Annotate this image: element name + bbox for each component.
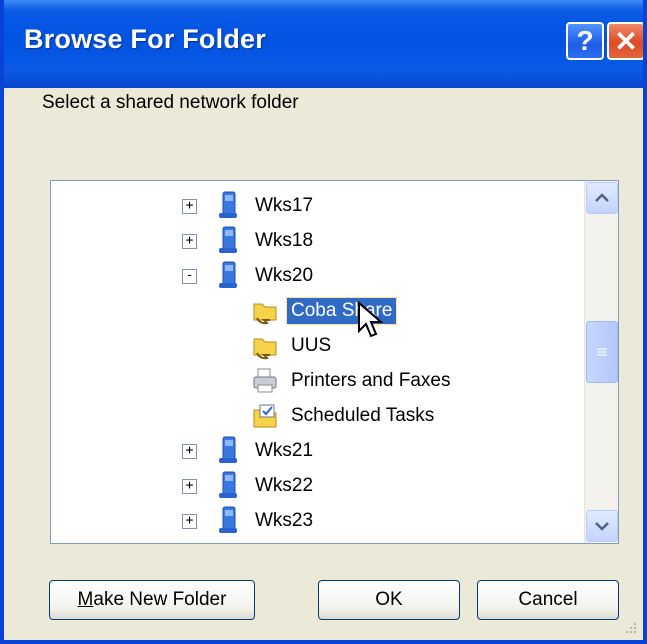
ok-button[interactable]: OK	[318, 580, 460, 620]
make-new-folder-button[interactable]: Make New Folder	[49, 580, 255, 620]
tree-scrollbar[interactable]	[584, 181, 618, 543]
dialog-title: Browse For Folder	[24, 24, 266, 54]
shared-folder-icon	[253, 338, 277, 360]
instruction-text: Select a shared network folder	[42, 92, 299, 113]
printer-icon	[253, 368, 277, 393]
expand-button[interactable]: +	[182, 514, 197, 529]
computer-icon	[219, 191, 237, 218]
expand-button[interactable]: +	[182, 199, 197, 214]
tree-item-label: Wks21	[255, 440, 314, 461]
tree-item-label: Scheduled Tasks	[291, 405, 435, 426]
tree-item-label: UUS	[291, 335, 332, 356]
help-icon: ?	[576, 25, 594, 56]
tree-item-label: Wks17	[255, 195, 314, 216]
tree-item-label: Printers and Faxes	[291, 370, 451, 391]
tree-item-wks20[interactable]: - Wks20	[51, 259, 571, 293]
close-icon: ✕	[614, 25, 638, 57]
tree-item-printers-and-faxes[interactable]: Printers and Faxes	[51, 364, 571, 398]
resize-grip-icon[interactable]	[623, 620, 637, 634]
scheduled-tasks-icon	[253, 404, 277, 428]
tree-item-label: Wks20	[255, 265, 314, 286]
shared-folder-icon	[253, 303, 277, 325]
help-button[interactable]: ?	[566, 22, 604, 60]
scroll-thumb[interactable]	[586, 321, 618, 383]
chevron-up-icon	[595, 193, 609, 202]
scroll-down-button[interactable]	[586, 510, 618, 542]
computer-icon	[219, 436, 237, 463]
collapse-button[interactable]: -	[182, 269, 197, 284]
tree-item-wks21[interactable]: + Wks21	[51, 434, 571, 468]
tree-item-label: Wks22	[255, 475, 314, 496]
tree-item-wks18[interactable]: + Wks18	[51, 224, 571, 258]
chevron-down-icon	[595, 522, 609, 531]
make-new-folder-label: ake New Folder	[93, 589, 227, 610]
title-bar[interactable]: Browse For Folder ? ✕	[4, 0, 643, 88]
make-new-folder-accelerator: M	[77, 589, 94, 610]
computer-icon	[219, 226, 237, 253]
tree-item-wks22[interactable]: + Wks22	[51, 469, 571, 503]
computer-icon	[219, 506, 237, 533]
tree-item-wks23[interactable]: + Wks23	[51, 504, 571, 538]
expand-button[interactable]: +	[182, 479, 197, 494]
ok-label: OK	[375, 589, 403, 610]
cancel-label: Cancel	[518, 589, 578, 610]
close-button[interactable]: ✕	[607, 22, 643, 60]
tree-item-scheduled-tasks[interactable]: Scheduled Tasks	[51, 399, 571, 433]
expand-button[interactable]: +	[182, 234, 197, 249]
tree-item-uus[interactable]: UUS	[51, 329, 571, 363]
cancel-button[interactable]: Cancel	[477, 580, 619, 620]
tree-item-label: Wks18	[255, 230, 314, 251]
tree-item-label: Wks23	[255, 510, 314, 531]
tree-item-coba-share[interactable]: Coba Share	[51, 294, 571, 328]
computer-icon	[219, 261, 237, 288]
computer-icon	[219, 471, 237, 498]
grip-icon	[597, 348, 607, 356]
browse-for-folder-dialog: Browse For Folder ? ✕ Select a shared ne…	[0, 0, 647, 644]
tree-item-wks17[interactable]: + Wks17	[51, 189, 571, 223]
expand-button[interactable]: +	[182, 444, 197, 459]
folder-tree[interactable]: + Wks17 + Wks18 - Wks20 Coba Share UUS P…	[50, 180, 619, 544]
mouse-pointer-icon	[358, 301, 383, 338]
scroll-up-button[interactable]	[586, 182, 618, 214]
